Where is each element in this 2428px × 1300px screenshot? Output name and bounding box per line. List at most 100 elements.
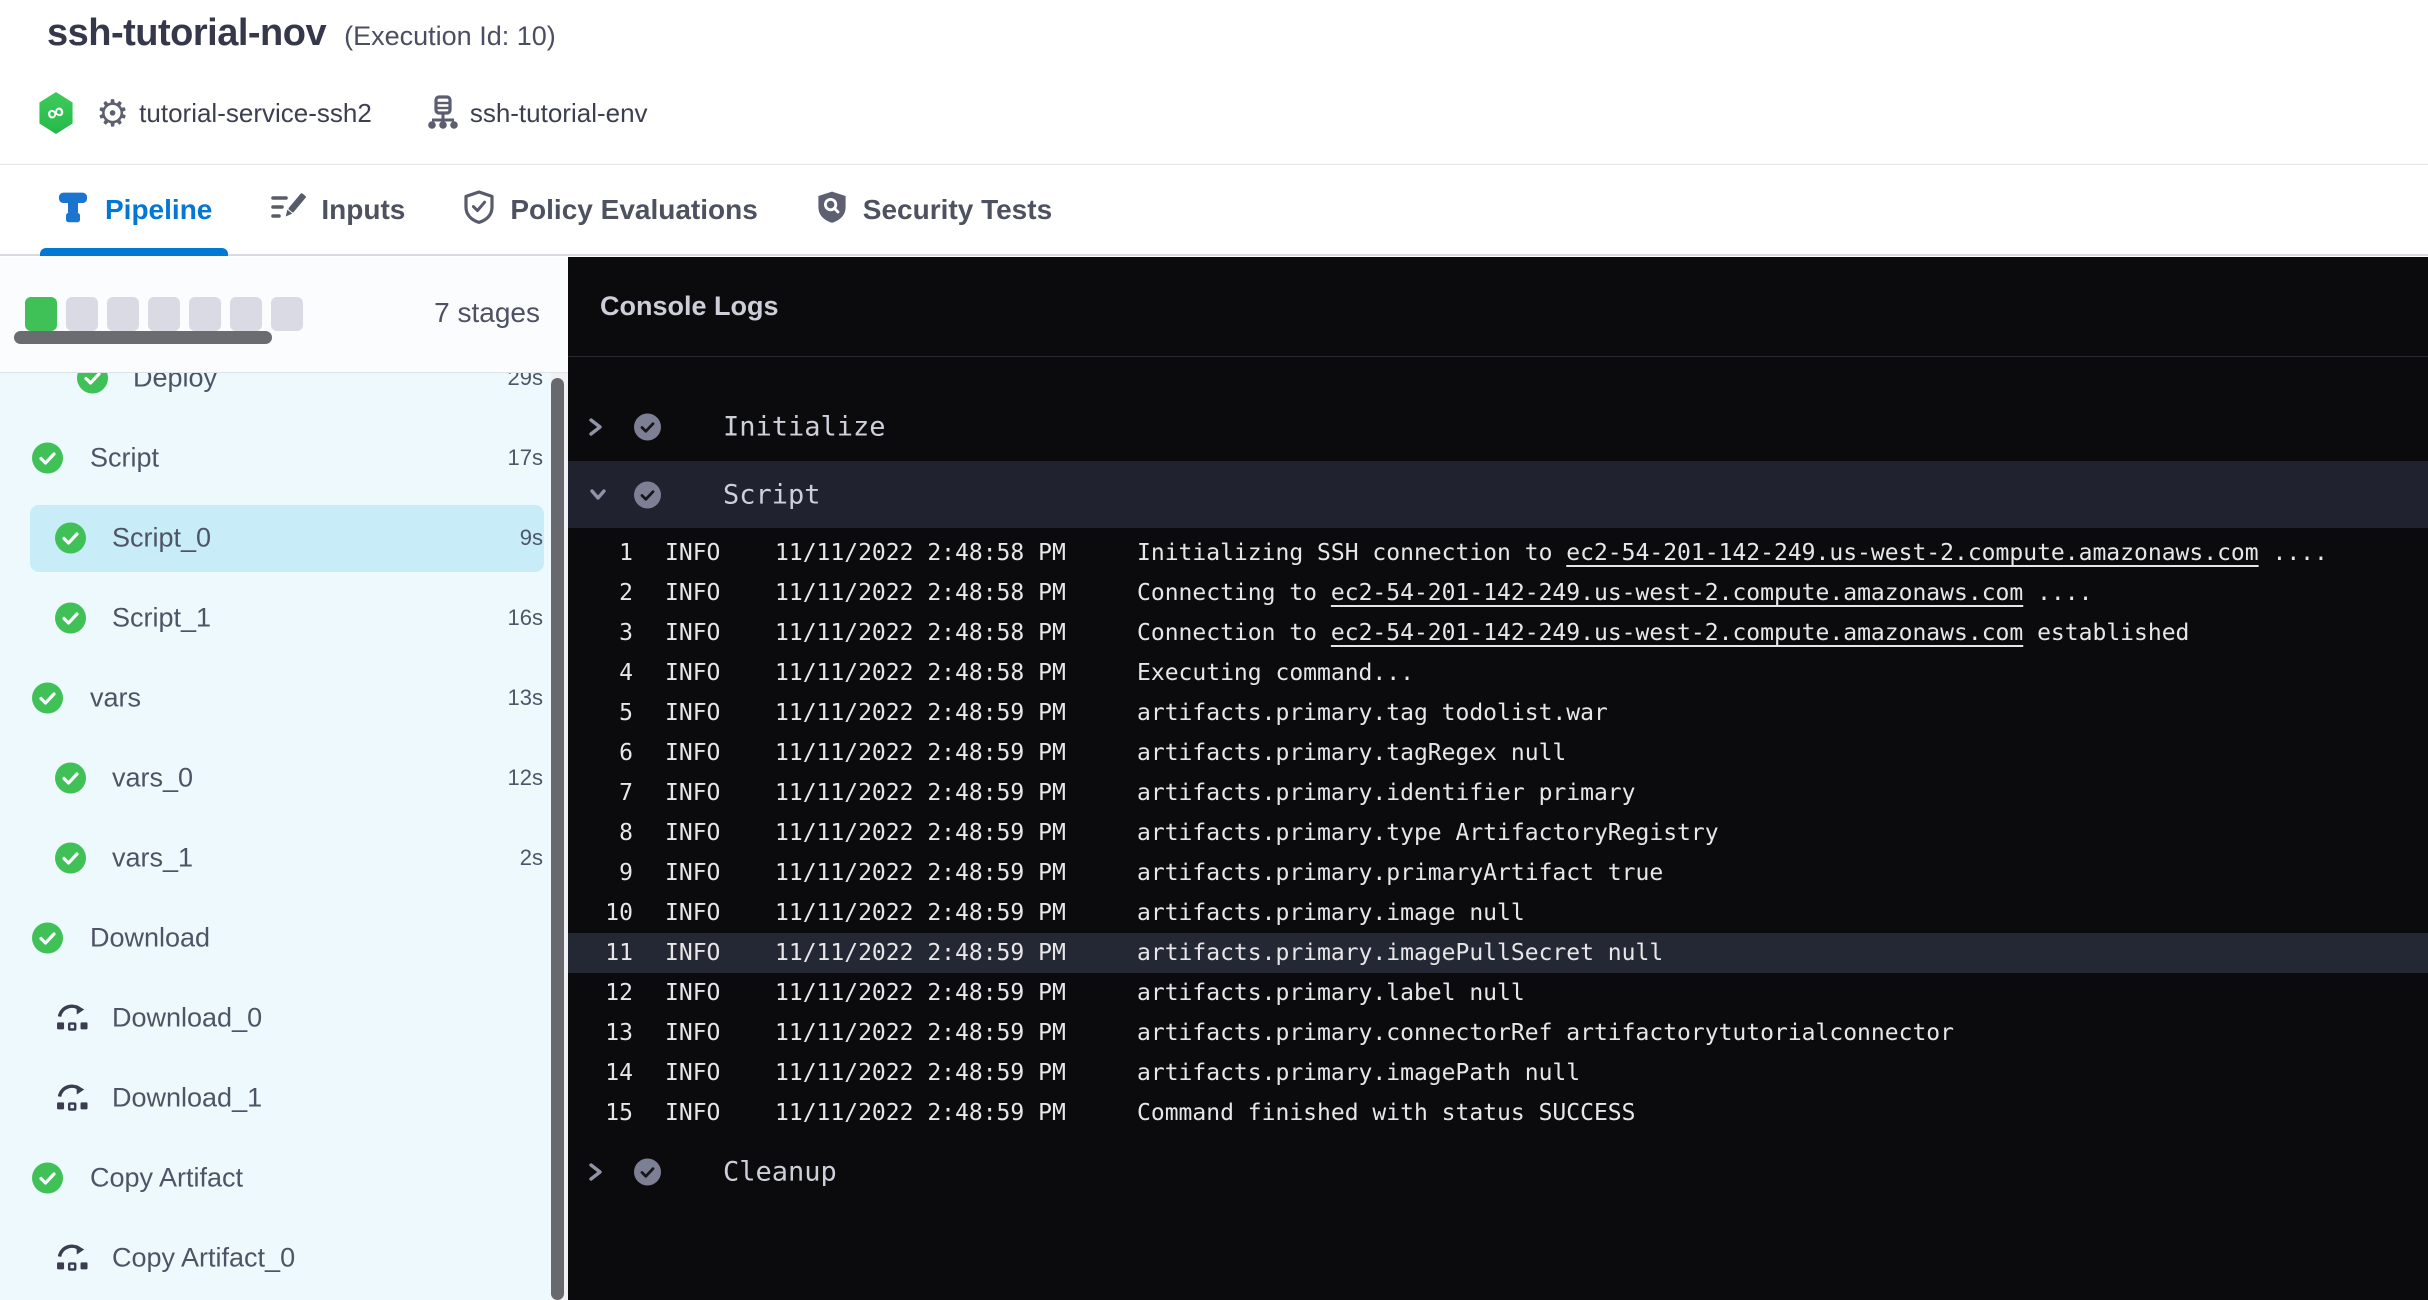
log-row[interactable]: 7INFO11/11/2022 2:48:59 PMartifacts.prim…	[568, 773, 2428, 813]
vertical-scrollbar-track[interactable]	[551, 373, 568, 1300]
stage-success-icon	[55, 843, 86, 874]
log-row[interactable]: 11INFO11/11/2022 2:48:59 PMartifacts.pri…	[568, 933, 2428, 973]
stage-progress-segment[interactable]	[189, 297, 221, 331]
stage-row-vars-0[interactable]: vars_012s	[30, 745, 544, 812]
stage-list: Deploy29s Script17s Script_0 9s Script_1 16s v…	[0, 373, 568, 1300]
log-timestamp: 11/11/2022 2:48:59 PM	[775, 1053, 1066, 1093]
log-message: Connection to	[1137, 620, 1331, 646]
stage-success-icon	[77, 373, 108, 394]
chevron-down-icon[interactable]	[587, 487, 609, 503]
security-shield-icon	[816, 190, 848, 229]
log-row[interactable]: 12INFO11/11/2022 2:48:59 PMartifacts.pri…	[568, 973, 2428, 1013]
stage-row-script-1[interactable]: Script_1 16s	[30, 585, 544, 652]
log-row[interactable]: 3INFO11/11/2022 2:48:58 PMConnection to …	[568, 613, 2428, 653]
log-line-number: 1	[568, 533, 633, 573]
log-level: INFO	[665, 813, 720, 853]
stage-success-icon	[55, 523, 86, 554]
log-timestamp: 11/11/2022 2:48:58 PM	[775, 653, 1066, 693]
vertical-scrollbar-thumb[interactable]	[551, 378, 564, 1300]
tab-inputs[interactable]: Inputs	[254, 165, 421, 254]
chevron-right-icon[interactable]	[587, 415, 603, 439]
log-level: INFO	[665, 613, 720, 653]
stage-success-icon	[32, 1163, 63, 1194]
log-message: artifacts.primary.image null	[1137, 900, 1525, 926]
log-line-number: 12	[568, 973, 633, 1013]
stage-row-script[interactable]: Script17s	[30, 425, 544, 492]
log-hostname-link[interactable]: ec2-54-201-142-249.us-west-2.compute.ama…	[1566, 540, 2258, 566]
horizontal-scrollbar[interactable]	[14, 331, 272, 344]
stage-success-icon	[32, 443, 63, 474]
log-row[interactable]: 2INFO11/11/2022 2:48:58 PMConnecting to …	[568, 573, 2428, 613]
stage-progress-segment[interactable]	[66, 297, 98, 331]
stage-success-icon	[32, 923, 63, 954]
log-level: INFO	[665, 533, 720, 573]
policy-shield-icon	[463, 190, 495, 229]
log-section-script[interactable]: Script	[568, 461, 2428, 528]
log-row[interactable]: 6INFO11/11/2022 2:48:59 PMartifacts.prim…	[568, 733, 2428, 773]
stage-progress-segment[interactable]	[25, 297, 57, 331]
tab-inputs-label: Inputs	[321, 194, 405, 226]
log-message-suffix: ....	[2259, 540, 2328, 566]
log-line-number: 14	[568, 1053, 633, 1093]
log-row[interactable]: 8INFO11/11/2022 2:48:59 PMartifacts.prim…	[568, 813, 2428, 853]
log-level: INFO	[665, 1013, 720, 1053]
log-row[interactable]: 15INFO11/11/2022 2:48:59 PMCommand finis…	[568, 1093, 2428, 1133]
stage-row-download-1[interactable]: Download_1	[30, 1065, 544, 1132]
log-section-cleanup[interactable]: Cleanup	[568, 1140, 2428, 1204]
stage-row-vars[interactable]: vars13s	[30, 665, 544, 732]
stage-row-script-0[interactable]: Script_0 9s	[30, 505, 544, 572]
log-line-number: 10	[568, 893, 633, 933]
stage-row-vars-1[interactable]: vars_12s	[30, 825, 544, 892]
stage-row-deploy[interactable]: Deploy29s	[30, 373, 544, 412]
service-gear-icon: ⚙	[96, 95, 129, 132]
log-row[interactable]: 1INFO11/11/2022 2:48:58 PMInitializing S…	[568, 533, 2428, 573]
console-body: Initialize Script 1 INFO 11/11/2022 2:48:5…	[568, 358, 2428, 1300]
stage-label: Script_0	[112, 523, 211, 554]
log-row[interactable]: 13INFO11/11/2022 2:48:59 PMartifacts.pri…	[568, 1013, 2428, 1053]
log-hostname-link[interactable]: ec2-54-201-142-249.us-west-2.compute.ama…	[1331, 580, 2023, 606]
stage-progress-segments[interactable]	[25, 297, 303, 331]
stage-row-copy-artifact[interactable]: Copy Artifact	[30, 1145, 544, 1212]
log-timestamp: 11/11/2022 2:48:58 PM	[775, 573, 1066, 613]
log-row[interactable]: 5INFO11/11/2022 2:48:59 PMartifacts.prim…	[568, 693, 2428, 733]
log-level: INFO	[665, 733, 720, 773]
stage-duration: 9s	[520, 525, 543, 551]
log-line-number: 9	[568, 853, 633, 893]
log-hostname-link[interactable]: ec2-54-201-142-249.us-west-2.compute.ama…	[1331, 620, 2023, 646]
log-row[interactable]: 10INFO11/11/2022 2:48:59 PMartifacts.pri…	[568, 893, 2428, 933]
stage-row-copy-artifact-0[interactable]: Copy Artifact_0	[30, 1225, 544, 1292]
log-row[interactable]: 9INFO11/11/2022 2:48:59 PMartifacts.prim…	[568, 853, 2428, 893]
service-name[interactable]: tutorial-service-ssh2	[139, 98, 372, 129]
stage-progress-segment[interactable]	[230, 297, 262, 331]
tab-security-tests[interactable]: Security Tests	[800, 165, 1068, 254]
tab-policy-evaluations[interactable]: Policy Evaluations	[447, 165, 773, 254]
environment-name[interactable]: ssh-tutorial-env	[470, 98, 648, 129]
log-message: Command finished with status SUCCESS	[1137, 1100, 1636, 1126]
log-line-number: 5	[568, 693, 633, 733]
log-level: INFO	[665, 1053, 720, 1093]
stage-label: Download	[90, 923, 210, 954]
log-message: artifacts.primary.type ArtifactoryRegist…	[1137, 820, 1719, 846]
chevron-right-icon[interactable]	[587, 1160, 603, 1184]
log-timestamp: 11/11/2022 2:48:59 PM	[775, 973, 1066, 1013]
log-section-initialize[interactable]: Initialize	[568, 395, 2428, 459]
stage-row-download-0[interactable]: Download_0	[30, 985, 544, 1052]
log-row[interactable]: 4INFO11/11/2022 2:48:58 PMExecuting comm…	[568, 653, 2428, 693]
log-line-number: 11	[568, 933, 633, 973]
inputs-icon	[270, 192, 306, 227]
log-row[interactable]: 14INFO11/11/2022 2:48:59 PMartifacts.pri…	[568, 1053, 2428, 1093]
log-timestamp: 11/11/2022 2:48:58 PM	[775, 613, 1066, 653]
stage-progress-segment[interactable]	[271, 297, 303, 331]
tab-pipeline[interactable]: Pipeline	[40, 165, 228, 254]
stage-progress-segment[interactable]	[148, 297, 180, 331]
stage-progress-segment[interactable]	[107, 297, 139, 331]
stage-duration: 16s	[508, 605, 543, 631]
stage-duration: 29s	[508, 373, 543, 391]
stage-row-download[interactable]: Download	[30, 905, 544, 972]
section-label: Initialize	[723, 412, 886, 443]
log-message: artifacts.primary.identifier primary	[1137, 780, 1636, 806]
console-header: Console Logs	[568, 257, 2428, 357]
tab-pipeline-label: Pipeline	[105, 194, 212, 226]
log-message: Initializing SSH connection to	[1137, 540, 1566, 566]
stage-label: Script_1	[112, 603, 211, 634]
